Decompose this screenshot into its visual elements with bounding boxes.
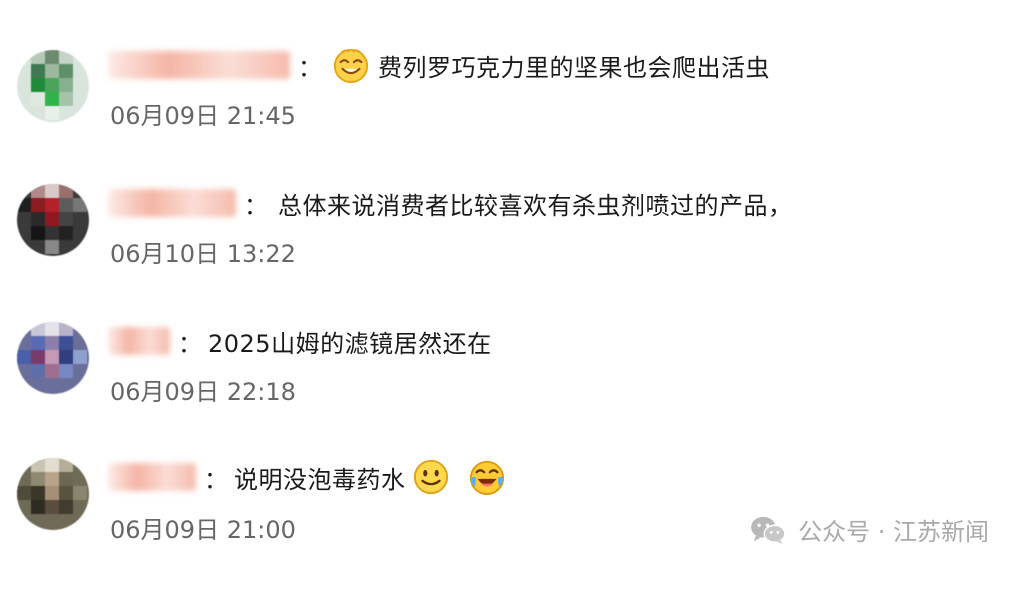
- smile-face-icon: [413, 459, 448, 495]
- colon-separator: ：: [244, 191, 268, 220]
- comment-item: ： 总体来说消费者比较喜欢有杀虫剂喷过的产品， 06月10日 13:22: [0, 184, 1023, 314]
- username[interactable]: [108, 463, 196, 491]
- comment-time: 06月09日 21:45: [110, 102, 296, 130]
- account-name: 公众号 · 江苏新闻: [798, 518, 989, 546]
- username[interactable]: [108, 189, 236, 217]
- avatar[interactable]: [17, 322, 89, 394]
- comment-time: 06月09日 22:18: [110, 378, 296, 406]
- comment-text: 说明没泡毒药水: [234, 465, 406, 494]
- colon-separator: ：: [298, 53, 322, 82]
- comment-text: 总体来说消费者比较喜欢有杀虫剂喷过的产品，: [278, 191, 793, 220]
- username[interactable]: [108, 51, 290, 79]
- avatar[interactable]: [17, 458, 89, 530]
- comment-text: 费列罗巧克力里的坚果也会爬出活虫: [378, 53, 770, 82]
- colon-separator: ：: [178, 329, 202, 358]
- comment-time: 06月09日 21:00: [110, 516, 296, 544]
- colon-separator: ：: [204, 465, 228, 494]
- avatar[interactable]: [17, 50, 89, 122]
- comment-text: 2025山姆的滤镜居然还在: [208, 329, 492, 358]
- comment-item: ： 费列罗巧克力里的坚果也会爬出活虫 06月09日 21:45: [0, 46, 1023, 176]
- comment-item: ： 2025山姆的滤镜居然还在 06月09日 22:18: [0, 322, 1023, 452]
- wechat-account-watermark: 公众号 · 江苏新闻: [748, 512, 989, 547]
- laugh-cry-face-icon: [469, 460, 504, 496]
- grin-face-icon: [333, 48, 369, 84]
- username[interactable]: [108, 327, 170, 355]
- comment-time: 06月10日 13:22: [110, 240, 296, 268]
- wechat-icon: [751, 516, 786, 544]
- avatar[interactable]: [17, 184, 89, 256]
